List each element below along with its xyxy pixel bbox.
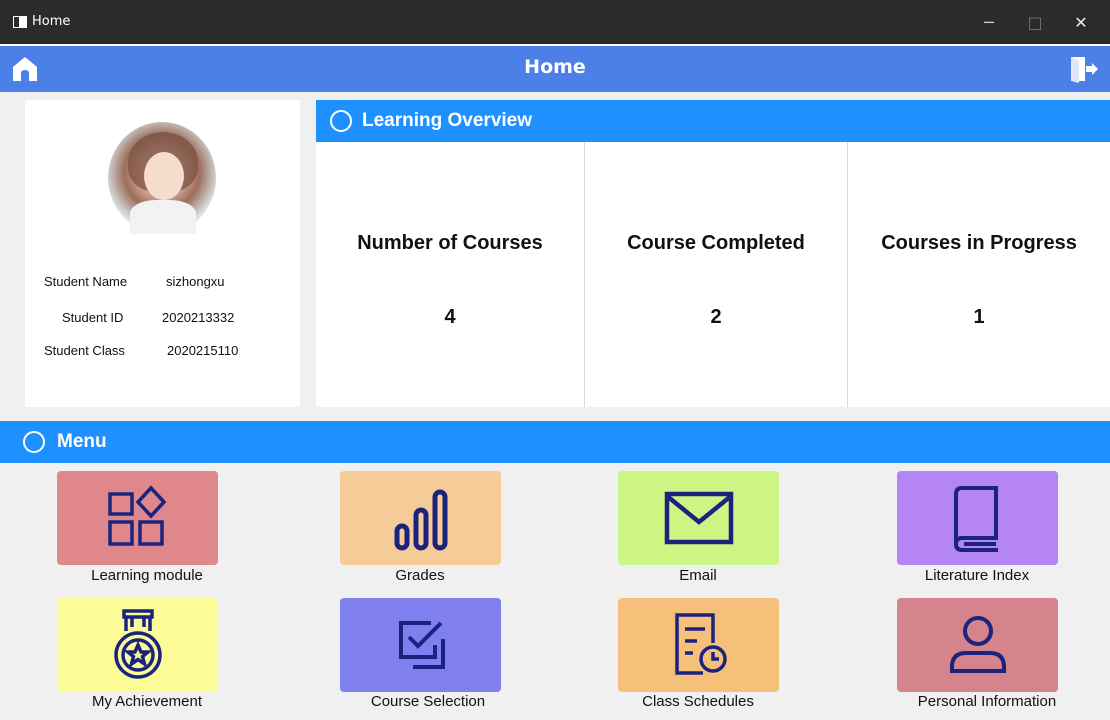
stat-course-completed: Course Completed 2 xyxy=(585,142,847,407)
medal-icon xyxy=(113,609,162,679)
stat-courses-in-progress: Courses in Progress 1 xyxy=(848,142,1110,407)
course-selection-button[interactable] xyxy=(340,598,501,692)
menu-header: Menu xyxy=(0,421,1110,463)
learning-module-button[interactable] xyxy=(57,471,218,565)
bar-chart-icon xyxy=(394,489,447,551)
minimize-button[interactable]: ─ xyxy=(966,6,1012,38)
stat-value: 1 xyxy=(973,306,985,328)
learning-overview-title: Learning Overview xyxy=(362,110,533,131)
avatar xyxy=(108,122,216,234)
email-label: Email xyxy=(679,567,717,584)
window-app-icon xyxy=(13,16,27,28)
window-titlebar: Home ─ □ ✕ xyxy=(0,0,1110,44)
stat-label: Courses in Progress xyxy=(881,232,1077,254)
my-achievement-label: My Achievement xyxy=(91,693,203,710)
my-achievement-button[interactable] xyxy=(57,598,218,692)
personal-information-label: Personal Information xyxy=(917,693,1057,710)
stat-label: Course Completed xyxy=(627,232,805,254)
personal-information-button[interactable] xyxy=(897,598,1058,692)
stat-number-of-courses: Number of Courses 4 xyxy=(316,142,584,407)
exit-icon[interactable] xyxy=(1069,55,1099,83)
close-button[interactable]: ✕ xyxy=(1058,6,1104,38)
app-header: Home xyxy=(0,44,1110,92)
student-class-label: Student Class xyxy=(44,343,125,358)
schedule-icon xyxy=(674,613,727,675)
circle-icon xyxy=(330,110,352,132)
class-schedules-label: Class Schedules xyxy=(642,693,754,710)
literature-index-label: Literature Index xyxy=(924,567,1030,584)
stat-value: 4 xyxy=(444,306,456,328)
student-id-value: 2020213332 xyxy=(162,310,235,325)
person-icon xyxy=(949,616,1006,673)
grades-label: Grades xyxy=(395,567,445,584)
student-id-label: Student ID xyxy=(62,310,124,325)
menu-title: Menu xyxy=(57,431,107,452)
course-selection-label: Course Selection xyxy=(370,693,486,710)
student-name-label: Student Name xyxy=(44,274,128,289)
learning-overview-header: Learning Overview xyxy=(316,100,1110,142)
grid-modules-icon xyxy=(107,485,166,546)
window-title: Home xyxy=(32,14,71,29)
email-button[interactable] xyxy=(618,471,779,565)
stat-value: 2 xyxy=(710,306,722,328)
student-name-value: sizhongxu xyxy=(166,274,225,289)
envelope-icon xyxy=(664,491,733,545)
profile-card: Student Name sizhongxu Student ID 202021… xyxy=(25,100,300,407)
page-title: Home xyxy=(524,56,586,78)
grades-button[interactable] xyxy=(340,471,501,565)
student-class-value: 2020215110 xyxy=(167,343,239,358)
circle-icon xyxy=(23,431,45,453)
maximize-button[interactable]: □ xyxy=(1012,6,1058,38)
class-schedules-button[interactable] xyxy=(618,598,779,692)
stat-label: Number of Courses xyxy=(357,232,543,254)
learning-overview-panel: Number of Courses 4 Course Completed 2 C… xyxy=(316,142,1110,407)
checkbox-icon xyxy=(398,621,445,669)
learning-module-label: Learning module xyxy=(91,567,203,584)
book-icon xyxy=(953,486,998,552)
literature-index-button[interactable] xyxy=(897,471,1058,565)
